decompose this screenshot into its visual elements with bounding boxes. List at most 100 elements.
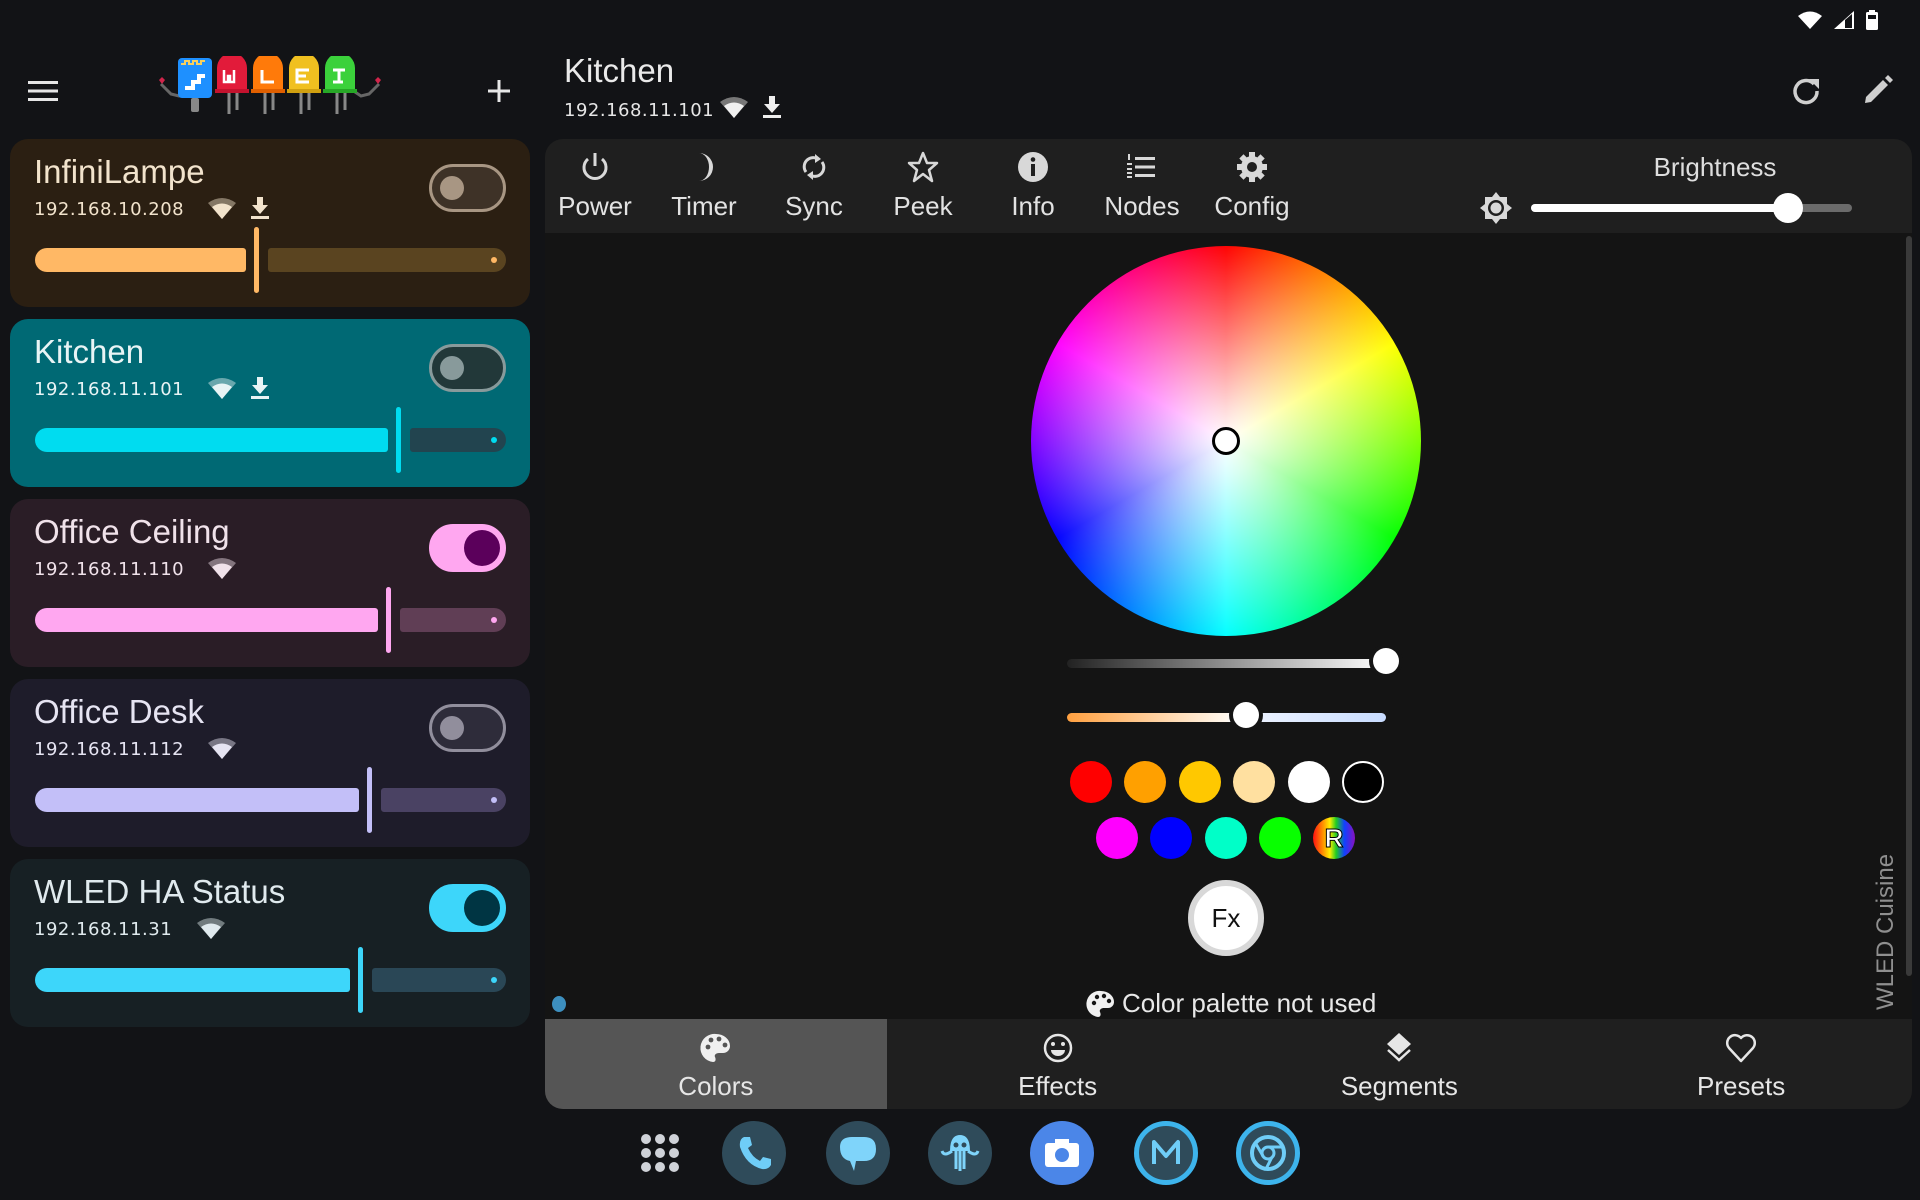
nodes-button[interactable]: Nodes — [1092, 139, 1192, 233]
palette-note-text: Color palette not used — [1122, 988, 1377, 1018]
update-download-icon[interactable] — [762, 96, 782, 118]
config-button[interactable]: Config — [1202, 139, 1302, 233]
octopus-app[interactable] — [928, 1121, 992, 1185]
tab-effects-label: Effects — [1018, 1071, 1098, 1101]
app-drawer-button[interactable] — [628, 1121, 692, 1185]
brightness-slider-thumb[interactable] — [395, 407, 401, 473]
power-toggle[interactable] — [429, 344, 506, 392]
camera-icon — [1045, 1139, 1079, 1167]
phone-app[interactable] — [722, 1121, 786, 1185]
color-swatch[interactable] — [1287, 761, 1330, 803]
device-name: Office Desk — [34, 693, 204, 730]
sync-button[interactable]: Sync — [764, 139, 864, 233]
brightness-slider-track[interactable] — [400, 608, 506, 632]
power-button[interactable]: Power — [545, 139, 645, 233]
brightness-slider-thumb[interactable] — [386, 587, 392, 653]
white-level-slider-thumb[interactable] — [1373, 648, 1399, 674]
device-name: WLED HA Status — [34, 873, 286, 910]
tab-colors[interactable]: Colors — [545, 1019, 887, 1109]
cellular-signal-icon — [1834, 11, 1854, 29]
chrome-app[interactable] — [1236, 1121, 1300, 1185]
brightness-slider-thumb[interactable] — [1772, 193, 1803, 223]
bottom-tab-bar: Colors Effects Segments Presets — [545, 1019, 1912, 1109]
wifi-signal-icon — [208, 198, 237, 219]
scrollbar[interactable] — [1906, 236, 1912, 976]
device-card-wled-ha-status[interactable]: WLED HA Status 192.168.11.31 — [10, 859, 530, 1027]
brightness-slider-thumb[interactable] — [367, 767, 373, 833]
power-toggle[interactable] — [429, 164, 506, 212]
device-ip: 192.168.11.101 — [34, 379, 185, 400]
color-swatch[interactable] — [1233, 761, 1276, 803]
power-toggle[interactable] — [429, 884, 506, 932]
brightness-slider-track[interactable] — [268, 248, 506, 272]
wled-logo — [157, 56, 383, 126]
random-color-swatch[interactable]: R — [1313, 817, 1355, 859]
octopus-icon — [940, 1135, 980, 1171]
brightness-slider-thumb[interactable] — [357, 947, 363, 1013]
moon-icon — [699, 153, 713, 181]
color-temperature-slider[interactable] — [1067, 702, 1386, 728]
brightness-icon — [1480, 192, 1512, 224]
brightness-slider[interactable] — [1531, 193, 1852, 223]
color-temperature-slider-thumb[interactable] — [1232, 702, 1259, 728]
device-card-kitchen[interactable]: Kitchen 192.168.11.101 — [10, 319, 530, 487]
color-swatch[interactable] — [1178, 761, 1221, 803]
config-label: Config — [1214, 191, 1290, 221]
palette-note: Color palette not used — [1086, 988, 1376, 1019]
device-name-vertical-label: WLED Cuisine — [1872, 853, 1899, 1010]
device-card-office-ceiling[interactable]: Office Ceiling 192.168.11.110 — [10, 499, 530, 667]
power-toggle[interactable] — [429, 524, 506, 572]
color-wheel[interactable] — [1031, 246, 1421, 636]
smiley-icon — [1043, 1033, 1072, 1063]
toggle-knob — [440, 356, 464, 380]
pencil-icon — [1865, 75, 1893, 103]
toggle-knob — [464, 890, 500, 926]
color-swatch[interactable] — [1070, 761, 1112, 803]
power-toggle[interactable] — [429, 704, 506, 752]
phone-icon — [739, 1137, 771, 1170]
refresh-icon — [1793, 78, 1819, 105]
info-button[interactable]: Info — [983, 139, 1083, 233]
battery-icon — [1866, 10, 1878, 30]
nodes-label: Nodes — [1104, 191, 1180, 221]
brightness-slider-track[interactable] — [409, 428, 506, 452]
device-ip: 192.168.11.31 — [34, 919, 173, 940]
timer-button[interactable]: Timer — [654, 139, 754, 233]
color-swatch[interactable] — [1342, 761, 1384, 803]
messages-app[interactable] — [826, 1121, 890, 1185]
color-swatch[interactable] — [1096, 817, 1138, 859]
device-ip-address: 192.168.11.101 — [564, 100, 715, 121]
power-label: Power — [558, 191, 632, 221]
add-device-button[interactable] — [484, 76, 514, 106]
brightness-slider-track[interactable] — [381, 788, 506, 812]
palette-icon — [700, 1033, 730, 1062]
brightness-slider-thumb[interactable] — [254, 227, 260, 293]
fx-label: Fx — [1211, 903, 1241, 933]
white-level-slider[interactable] — [1067, 648, 1399, 674]
menu-button[interactable] — [28, 80, 58, 102]
slider-end-dot — [491, 257, 497, 263]
color-swatch[interactable] — [1259, 817, 1302, 859]
tab-segments[interactable]: Segments — [1229, 1019, 1571, 1109]
camera-app[interactable] — [1030, 1121, 1094, 1185]
peek-button[interactable]: Peek — [873, 139, 973, 233]
status-bar — [1798, 10, 1878, 30]
hamburger-menu-icon — [28, 81, 58, 101]
tab-presets[interactable]: Presets — [1570, 1019, 1912, 1109]
star-icon — [907, 151, 939, 183]
effects-fx-button[interactable]: Fx — [1188, 880, 1264, 956]
update-download-icon[interactable] — [250, 197, 270, 219]
refresh-button[interactable] — [1790, 74, 1822, 106]
brightness-slider-fill — [35, 788, 360, 812]
color-wheel-cursor[interactable] — [1212, 427, 1240, 455]
brightness-slider-track[interactable] — [371, 968, 506, 992]
update-download-icon[interactable] — [250, 377, 270, 399]
m-app[interactable] — [1134, 1121, 1198, 1185]
device-card-infinilampe[interactable]: InfiniLampe 192.168.10.208 — [10, 139, 530, 307]
edit-button[interactable] — [1862, 74, 1894, 106]
wifi-icon — [1798, 11, 1822, 29]
color-swatch[interactable] — [1204, 817, 1247, 859]
device-card-office-desk[interactable]: Office Desk 192.168.11.112 — [10, 679, 530, 847]
tab-effects[interactable]: Effects — [887, 1019, 1229, 1109]
device-ip: 192.168.11.110 — [34, 559, 185, 580]
